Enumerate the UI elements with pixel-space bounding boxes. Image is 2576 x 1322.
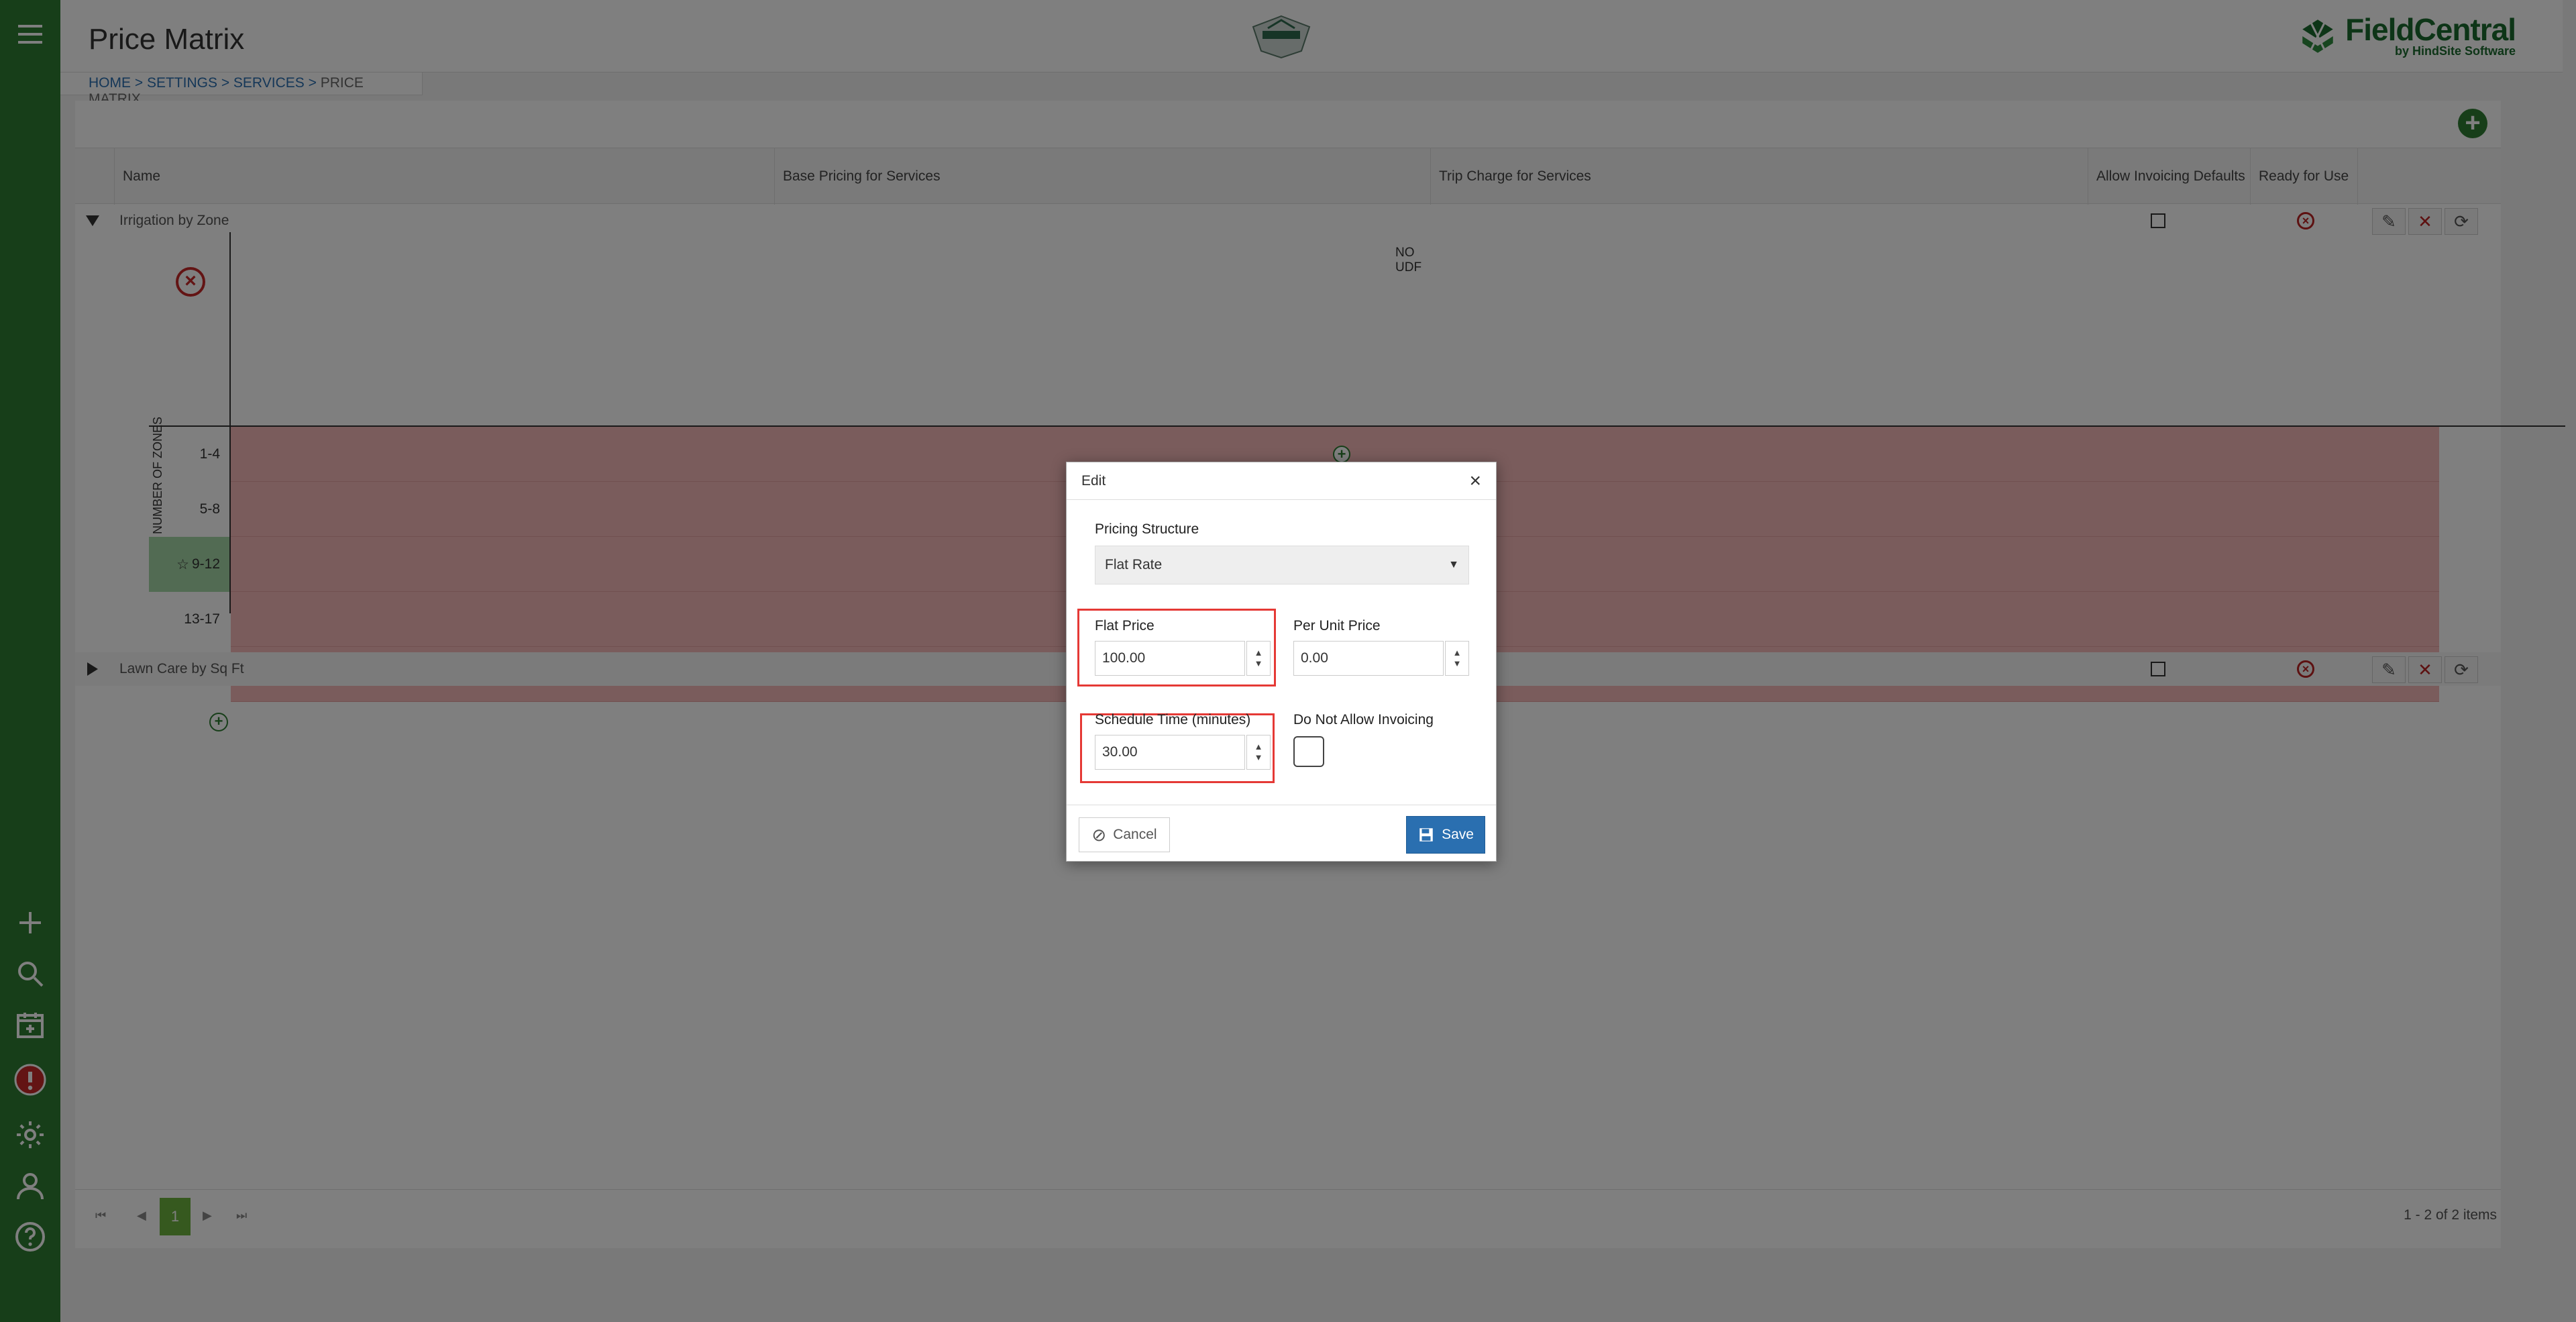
- save-button[interactable]: Save: [1406, 816, 1485, 854]
- cancel-icon: ⊘: [1091, 824, 1107, 845]
- do-not-allow-invoicing-label: Do Not Allow Invoicing: [1293, 712, 1434, 727]
- dialog-header: Edit ×: [1067, 462, 1496, 500]
- flat-price-label: Flat Price: [1095, 618, 1155, 633]
- edit-dialog: Edit × Pricing Structure Flat Rate ▼ Fla…: [1066, 462, 1497, 862]
- schedule-time-input[interactable]: 30.00: [1095, 735, 1245, 770]
- flat-price-stepper[interactable]: ▲ ▼: [1246, 641, 1271, 676]
- save-label: Save: [1442, 827, 1474, 842]
- dialog-footer: ⊘ Cancel Save: [1067, 805, 1496, 861]
- per-unit-price-input[interactable]: 0.00: [1293, 641, 1444, 676]
- save-icon: [1419, 828, 1433, 842]
- flat-price-input[interactable]: 100.00: [1095, 641, 1245, 676]
- pricing-structure-value: Flat Rate: [1105, 557, 1163, 572]
- do-not-allow-invoicing-checkbox[interactable]: [1293, 736, 1324, 767]
- schedule-time-label: Schedule Time (minutes): [1095, 712, 1251, 727]
- pricing-structure-select[interactable]: Flat Rate ▼: [1095, 546, 1469, 584]
- pricing-structure-label: Pricing Structure: [1095, 521, 1199, 537]
- cancel-button[interactable]: ⊘ Cancel: [1079, 817, 1170, 852]
- per-unit-price-stepper[interactable]: ▲ ▼: [1445, 641, 1469, 676]
- cancel-label: Cancel: [1113, 827, 1157, 842]
- close-icon[interactable]: ×: [1469, 470, 1481, 493]
- caret-down-icon: ▼: [1448, 559, 1459, 570]
- schedule-time-stepper[interactable]: ▲ ▼: [1246, 735, 1271, 770]
- per-unit-price-label: Per Unit Price: [1293, 618, 1381, 633]
- dialog-title: Edit: [1081, 472, 1106, 489]
